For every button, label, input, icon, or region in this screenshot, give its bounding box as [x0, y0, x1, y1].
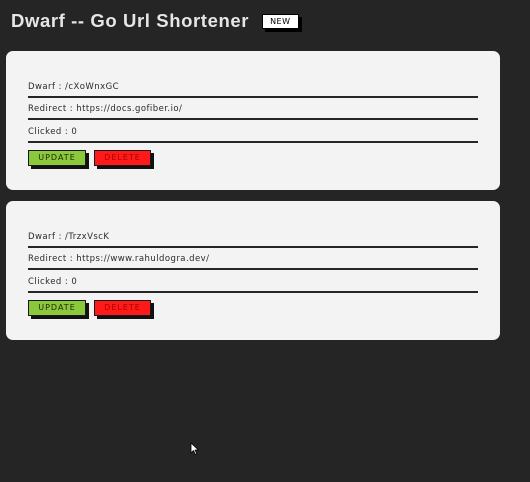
- dwarf-path-field: Dwarf : /cXoWnxGC: [28, 76, 478, 98]
- mouse-pointer-icon: [190, 442, 199, 455]
- click-count-field: Clicked : 0: [28, 121, 478, 143]
- page-title: Dwarf -- Go Url Shortener: [11, 10, 250, 31]
- new-link-button[interactable]: NEW: [262, 13, 299, 29]
- app-header: Dwarf -- Go Url Shortener NEW: [11, 10, 299, 32]
- redirect-url-field: Redirect : https://www.rahuldogra.dev/: [28, 248, 478, 270]
- click-count-text: Clicked : 0: [28, 277, 78, 287]
- dwarf-path-field: Dwarf : /TrzxVscK: [28, 226, 478, 248]
- link-card: Dwarf : /TrzxVscK Redirect : https://www…: [6, 201, 500, 340]
- link-card: Dwarf : /cXoWnxGC Redirect : https://doc…: [6, 51, 500, 190]
- update-button[interactable]: UPDATE: [28, 300, 86, 316]
- delete-button[interactable]: DELETE: [94, 300, 151, 316]
- redirect-url-text: Redirect : https://www.rahuldogra.dev/: [28, 254, 210, 264]
- update-button[interactable]: UPDATE: [28, 150, 86, 166]
- redirect-url-text: Redirect : https://docs.gofiber.io/: [28, 104, 183, 114]
- redirect-url-field: Redirect : https://docs.gofiber.io/: [28, 98, 478, 120]
- click-count-field: Clicked : 0: [28, 271, 478, 293]
- click-count-text: Clicked : 0: [28, 127, 78, 137]
- delete-button[interactable]: DELETE: [94, 150, 151, 166]
- dwarf-path-text: Dwarf : /cXoWnxGC: [28, 82, 120, 92]
- dwarf-path-text: Dwarf : /TrzxVscK: [28, 232, 110, 242]
